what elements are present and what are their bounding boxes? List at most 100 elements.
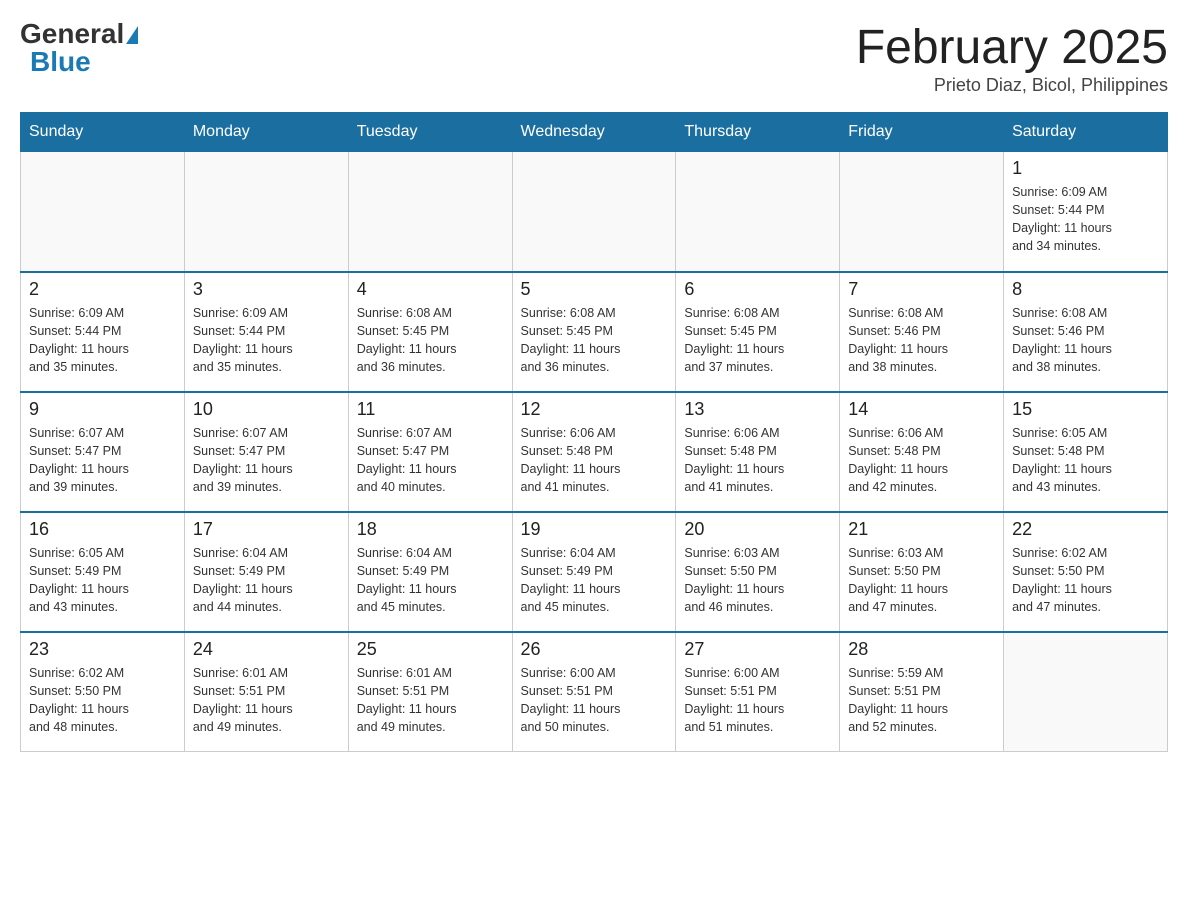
day-number: 17 bbox=[193, 519, 340, 540]
day-number: 1 bbox=[1012, 158, 1159, 179]
day-info: Sunrise: 6:02 AMSunset: 5:50 PMDaylight:… bbox=[1012, 544, 1159, 617]
day-info: Sunrise: 6:06 AMSunset: 5:48 PMDaylight:… bbox=[848, 424, 995, 497]
table-row: 13 Sunrise: 6:06 AMSunset: 5:48 PMDayligh… bbox=[676, 392, 840, 512]
day-number: 28 bbox=[848, 639, 995, 660]
day-number: 2 bbox=[29, 279, 176, 300]
calendar-week-row: 2 Sunrise: 6:09 AMSunset: 5:44 PMDaylight… bbox=[21, 272, 1168, 392]
day-info: Sunrise: 6:03 AMSunset: 5:50 PMDaylight:… bbox=[848, 544, 995, 617]
header-sunday: Sunday bbox=[21, 113, 185, 152]
table-row: 2Sunrise: 6:09 AMSunset: 5:44 PMDaylight… bbox=[21, 272, 185, 392]
day-number: 12 bbox=[521, 399, 668, 420]
page-header: General Blue February 2025 Prieto Diaz, … bbox=[20, 20, 1168, 96]
table-row: 3 Sunrise: 6:09 AMSunset: 5:44 PMDaylight… bbox=[184, 272, 348, 392]
table-row: 26 Sunrise: 6:00 AMSunset: 5:51 PMDayligh… bbox=[512, 632, 676, 752]
table-row bbox=[184, 152, 348, 272]
table-row bbox=[348, 152, 512, 272]
logo-triangle-icon bbox=[126, 26, 138, 44]
day-number: 18 bbox=[357, 519, 504, 540]
day-info: Sunrise: 6:00 AMSunset: 5:51 PMDaylight:… bbox=[521, 664, 668, 737]
table-row: 19 Sunrise: 6:04 AMSunset: 5:49 PMDayligh… bbox=[512, 512, 676, 632]
header-saturday: Saturday bbox=[1004, 113, 1168, 152]
header-thursday: Thursday bbox=[676, 113, 840, 152]
day-number: 10 bbox=[193, 399, 340, 420]
logo-blue-text: Blue bbox=[30, 48, 91, 76]
table-row: 10 Sunrise: 6:07 AMSunset: 5:47 PMDayligh… bbox=[184, 392, 348, 512]
table-row bbox=[676, 152, 840, 272]
table-row: 27 Sunrise: 6:00 AMSunset: 5:51 PMDayligh… bbox=[676, 632, 840, 752]
table-row: 6 Sunrise: 6:08 AMSunset: 5:45 PMDaylight… bbox=[676, 272, 840, 392]
header-monday: Monday bbox=[184, 113, 348, 152]
day-number: 4 bbox=[357, 279, 504, 300]
table-row bbox=[21, 152, 185, 272]
header-tuesday: Tuesday bbox=[348, 113, 512, 152]
table-row: 21Sunrise: 6:03 AMSunset: 5:50 PMDayligh… bbox=[840, 512, 1004, 632]
day-info: Sunrise: 6:03 AMSunset: 5:50 PMDaylight:… bbox=[684, 544, 831, 617]
day-info: Sunrise: 6:08 AMSunset: 5:46 PMDaylight:… bbox=[848, 304, 995, 377]
title-section: February 2025 Prieto Diaz, Bicol, Philip… bbox=[856, 20, 1168, 96]
table-row: 9 Sunrise: 6:07 AMSunset: 5:47 PMDaylight… bbox=[21, 392, 185, 512]
day-number: 15 bbox=[1012, 399, 1159, 420]
table-row bbox=[840, 152, 1004, 272]
calendar-table: Sunday Monday Tuesday Wednesday Thursday… bbox=[20, 112, 1168, 752]
day-info: Sunrise: 6:04 AMSunset: 5:49 PMDaylight:… bbox=[193, 544, 340, 617]
day-number: 26 bbox=[521, 639, 668, 660]
day-info: Sunrise: 6:08 AMSunset: 5:45 PMDaylight:… bbox=[357, 304, 504, 377]
day-number: 3 bbox=[193, 279, 340, 300]
day-info: Sunrise: 6:00 AMSunset: 5:51 PMDaylight:… bbox=[684, 664, 831, 737]
day-info: Sunrise: 6:06 AMSunset: 5:48 PMDaylight:… bbox=[521, 424, 668, 497]
day-number: 14 bbox=[848, 399, 995, 420]
table-row: 20 Sunrise: 6:03 AMSunset: 5:50 PMDayligh… bbox=[676, 512, 840, 632]
day-number: 11 bbox=[357, 399, 504, 420]
day-number: 27 bbox=[684, 639, 831, 660]
table-row: 18 Sunrise: 6:04 AMSunset: 5:49 PMDayligh… bbox=[348, 512, 512, 632]
day-info: Sunrise: 6:09 AMSunset: 5:44 PMDaylight:… bbox=[1012, 183, 1159, 256]
table-row: 24Sunrise: 6:01 AMSunset: 5:51 PMDayligh… bbox=[184, 632, 348, 752]
table-row: 14 Sunrise: 6:06 AMSunset: 5:48 PMDayligh… bbox=[840, 392, 1004, 512]
day-number: 25 bbox=[357, 639, 504, 660]
day-info: Sunrise: 6:09 AMSunset: 5:44 PMDaylight:… bbox=[193, 304, 340, 377]
logo: General Blue bbox=[20, 20, 138, 76]
day-info: Sunrise: 6:08 AMSunset: 5:45 PMDaylight:… bbox=[521, 304, 668, 377]
day-number: 7 bbox=[848, 279, 995, 300]
day-info: Sunrise: 5:59 AMSunset: 5:51 PMDaylight:… bbox=[848, 664, 995, 737]
table-row: 1 Sunrise: 6:09 AMSunset: 5:44 PMDaylight… bbox=[1004, 152, 1168, 272]
day-info: Sunrise: 6:01 AMSunset: 5:51 PMDaylight:… bbox=[357, 664, 504, 737]
day-info: Sunrise: 6:06 AMSunset: 5:48 PMDaylight:… bbox=[684, 424, 831, 497]
day-info: Sunrise: 6:04 AMSunset: 5:49 PMDaylight:… bbox=[357, 544, 504, 617]
day-number: 16 bbox=[29, 519, 176, 540]
table-row bbox=[512, 152, 676, 272]
table-row: 7 Sunrise: 6:08 AMSunset: 5:46 PMDaylight… bbox=[840, 272, 1004, 392]
day-info: Sunrise: 6:05 AMSunset: 5:49 PMDaylight:… bbox=[29, 544, 176, 617]
day-number: 13 bbox=[684, 399, 831, 420]
table-row: 28 Sunrise: 5:59 AMSunset: 5:51 PMDayligh… bbox=[840, 632, 1004, 752]
calendar-week-row: 9 Sunrise: 6:07 AMSunset: 5:47 PMDaylight… bbox=[21, 392, 1168, 512]
logo-general-text: General bbox=[20, 20, 124, 48]
day-info: Sunrise: 6:05 AMSunset: 5:48 PMDaylight:… bbox=[1012, 424, 1159, 497]
table-row: 12 Sunrise: 6:06 AMSunset: 5:48 PMDayligh… bbox=[512, 392, 676, 512]
table-row bbox=[1004, 632, 1168, 752]
table-row: 22 Sunrise: 6:02 AMSunset: 5:50 PMDayligh… bbox=[1004, 512, 1168, 632]
day-number: 9 bbox=[29, 399, 176, 420]
calendar-header-row: Sunday Monday Tuesday Wednesday Thursday… bbox=[21, 113, 1168, 152]
day-info: Sunrise: 6:07 AMSunset: 5:47 PMDaylight:… bbox=[357, 424, 504, 497]
day-number: 20 bbox=[684, 519, 831, 540]
day-info: Sunrise: 6:08 AMSunset: 5:45 PMDaylight:… bbox=[684, 304, 831, 377]
table-row: 23 Sunrise: 6:02 AMSunset: 5:50 PMDayligh… bbox=[21, 632, 185, 752]
calendar-week-row: 16 Sunrise: 6:05 AMSunset: 5:49 PMDayligh… bbox=[21, 512, 1168, 632]
table-row: 17 Sunrise: 6:04 AMSunset: 5:49 PMDayligh… bbox=[184, 512, 348, 632]
calendar-week-row: 23 Sunrise: 6:02 AMSunset: 5:50 PMDayligh… bbox=[21, 632, 1168, 752]
day-info: Sunrise: 6:07 AMSunset: 5:47 PMDaylight:… bbox=[193, 424, 340, 497]
day-info: Sunrise: 6:02 AMSunset: 5:50 PMDaylight:… bbox=[29, 664, 176, 737]
table-row: 11 Sunrise: 6:07 AMSunset: 5:47 PMDayligh… bbox=[348, 392, 512, 512]
month-title: February 2025 bbox=[856, 20, 1168, 75]
day-number: 24 bbox=[193, 639, 340, 660]
day-number: 23 bbox=[29, 639, 176, 660]
day-number: 19 bbox=[521, 519, 668, 540]
table-row: 16 Sunrise: 6:05 AMSunset: 5:49 PMDayligh… bbox=[21, 512, 185, 632]
day-number: 6 bbox=[684, 279, 831, 300]
day-info: Sunrise: 6:07 AMSunset: 5:47 PMDaylight:… bbox=[29, 424, 176, 497]
day-number: 22 bbox=[1012, 519, 1159, 540]
day-number: 5 bbox=[521, 279, 668, 300]
table-row: 15 Sunrise: 6:05 AMSunset: 5:48 PMDayligh… bbox=[1004, 392, 1168, 512]
day-info: Sunrise: 6:04 AMSunset: 5:49 PMDaylight:… bbox=[521, 544, 668, 617]
